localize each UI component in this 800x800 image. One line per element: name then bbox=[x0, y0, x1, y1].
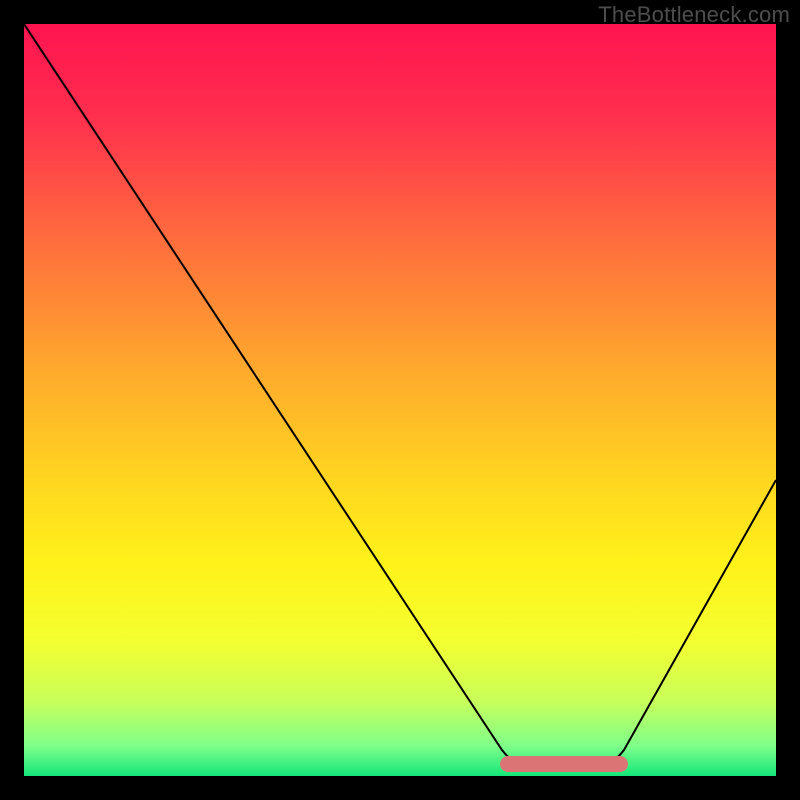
optimal-range-marker bbox=[500, 756, 628, 772]
chart-frame: TheBottleneck.com bbox=[0, 0, 800, 800]
plot-area bbox=[24, 24, 776, 776]
bottleneck-curve bbox=[24, 24, 776, 776]
